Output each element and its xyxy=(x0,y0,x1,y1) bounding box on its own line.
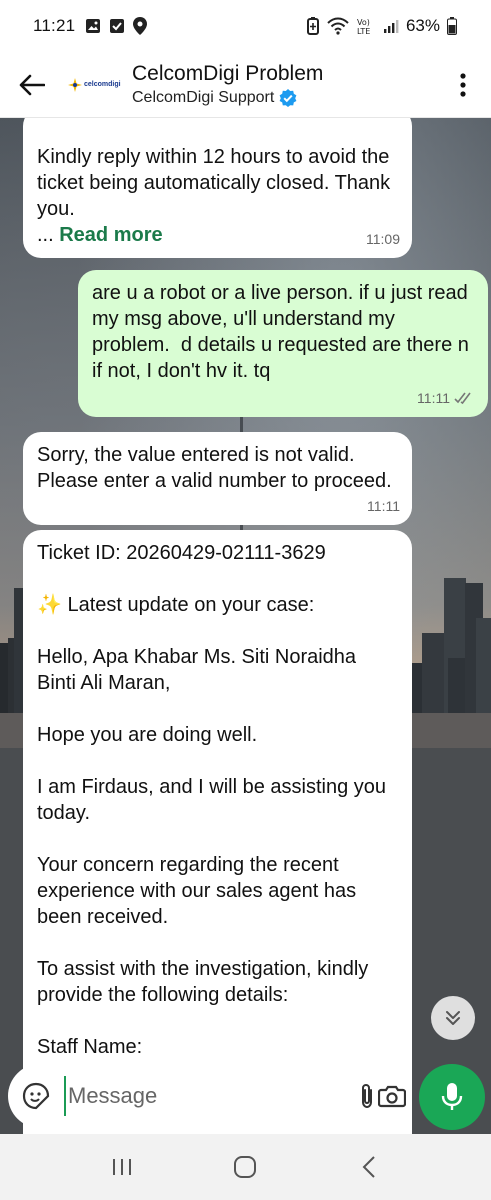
more-options-button[interactable] xyxy=(435,52,491,118)
message-bubble-incoming[interactable]: Ticket ID: 20260429-02111-3629 ✨ Latest … xyxy=(23,530,412,1134)
header-text[interactable]: CelcomDigi Problem CelcomDigi Support xyxy=(132,61,323,109)
chat-area[interactable]: Kindly reply within 12 hours to avoid th… xyxy=(0,118,491,1134)
double-chevron-down-icon xyxy=(446,1011,460,1025)
status-bar: 11:21 Vo) LTE 63% xyxy=(0,0,491,52)
message-bubble-outgoing[interactable]: are u a robot or a live person. if u jus… xyxy=(78,270,488,417)
camera-icon xyxy=(378,1085,406,1108)
battery-saver-icon xyxy=(306,17,319,35)
chat-subtitle-text: CelcomDigi Support xyxy=(132,88,275,106)
attach-button[interactable] xyxy=(356,1076,378,1116)
recent-apps-icon xyxy=(112,1159,131,1175)
message-input[interactable] xyxy=(64,1076,356,1116)
chat-title: CelcomDigi Problem xyxy=(132,61,324,85)
read-more-link[interactable]: Read more xyxy=(59,224,162,246)
message-bubble-incoming[interactable]: Kindly reply within 12 hours to avoid th… xyxy=(23,118,412,258)
paperclip-icon xyxy=(362,1083,372,1109)
home-button[interactable] xyxy=(215,1142,275,1192)
sticker-button[interactable] xyxy=(22,1076,50,1116)
read-receipt-icon xyxy=(454,392,471,405)
sticker-icon xyxy=(22,1082,50,1110)
message-text: are u a robot or a live person. if u jus… xyxy=(92,282,475,382)
logo-text: celcomdigi xyxy=(84,81,121,88)
back-nav-button[interactable] xyxy=(339,1142,399,1192)
message-ellipsis: ... xyxy=(37,224,60,246)
message-time: 11:09 xyxy=(366,226,400,252)
back-arrow-icon xyxy=(19,74,45,95)
svg-text:LTE: LTE xyxy=(357,27,370,36)
system-navigation-bar xyxy=(0,1134,491,1200)
back-button[interactable] xyxy=(0,52,64,118)
contact-avatar[interactable]: celcomdigi xyxy=(68,61,124,109)
svg-text:Vo): Vo) xyxy=(357,18,370,27)
status-left-icons xyxy=(85,17,148,35)
wifi-icon xyxy=(327,17,349,35)
message-time-text: 11:11 xyxy=(367,498,400,514)
chat-header: celcomdigi CelcomDigi Problem CelcomDigi… xyxy=(0,52,491,118)
gallery-icon xyxy=(86,19,101,33)
home-icon xyxy=(234,1156,257,1178)
message-time: 11:11 xyxy=(367,493,400,519)
message-text: Kindly reply within 12 hours to avoid th… xyxy=(37,146,396,220)
message-text: Sorry, the value entered is not valid. P… xyxy=(37,444,392,492)
message-bubble-incoming[interactable]: Sorry, the value entered is not valid. P… xyxy=(23,432,412,525)
message-time-text: 11:11 xyxy=(417,390,450,406)
status-time: 11:21 xyxy=(33,16,76,35)
recent-apps-button[interactable] xyxy=(92,1142,152,1192)
battery-icon xyxy=(447,17,457,35)
verified-badge-icon xyxy=(279,88,297,107)
chat-subtitle: CelcomDigi Support xyxy=(132,87,323,109)
volte-icon: Vo)LTE xyxy=(357,18,370,36)
message-composer xyxy=(8,1064,412,1128)
status-right-icons: Vo) LTE 63% xyxy=(306,16,457,36)
checkbox-icon xyxy=(110,19,125,33)
battery-percentage: 63% xyxy=(405,16,440,35)
celcomdigi-logo-icon xyxy=(68,77,82,92)
more-vert-icon xyxy=(460,72,466,97)
signal-icon xyxy=(383,20,399,33)
message-time: 11:11 xyxy=(417,385,476,411)
camera-button[interactable] xyxy=(378,1076,406,1116)
message-text: Ticket ID: 20260429-02111-3629 ✨ Latest … xyxy=(37,542,387,1058)
scroll-to-bottom-button[interactable] xyxy=(431,996,475,1040)
microphone-icon xyxy=(441,1083,463,1110)
back-chevron-icon xyxy=(362,1156,375,1178)
location-icon xyxy=(133,17,148,35)
voice-message-button[interactable] xyxy=(419,1064,485,1130)
message-time-text: 11:09 xyxy=(366,231,400,247)
